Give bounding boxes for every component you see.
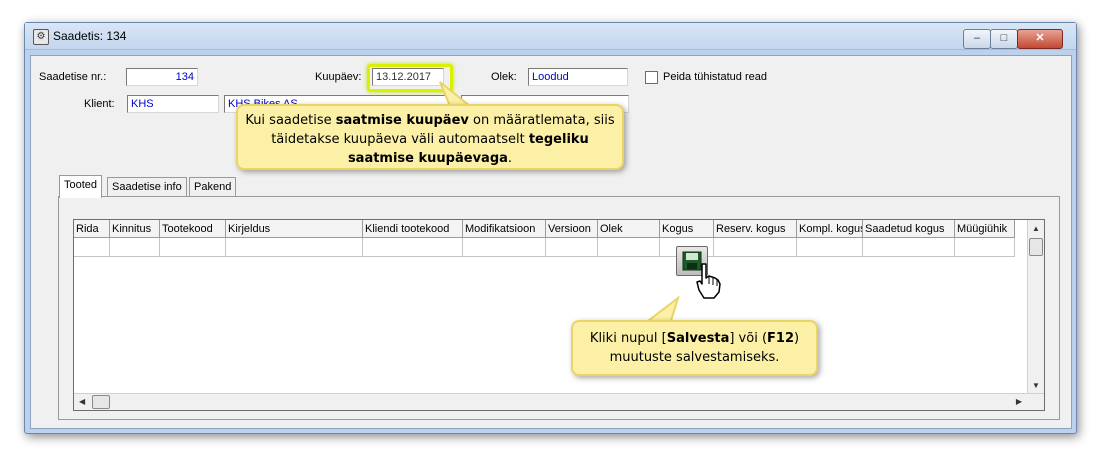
vertical-scrollbar[interactable]: ▲ ▼ xyxy=(1027,220,1044,410)
grid-cell[interactable] xyxy=(546,238,598,257)
scroll-down-arrow-icon[interactable]: ▼ xyxy=(1032,381,1040,390)
grid-cell[interactable] xyxy=(160,238,226,257)
col-rida[interactable]: Rida xyxy=(74,220,110,238)
col-reserv-kogus[interactable]: Reserv. kogus xyxy=(714,220,797,238)
callout-bottom-bold-1: Salvesta xyxy=(666,331,730,346)
scroll-right-arrow-icon[interactable]: ▶ xyxy=(1016,397,1022,406)
tab-panel-tooted: Rida Kinnitus Tootekood Kirjeldus Kliend… xyxy=(58,196,1060,420)
callout-bottom-bold-2: F12 xyxy=(767,331,794,346)
kuupaev-field[interactable]: 13.12.2017 xyxy=(372,68,444,86)
scroll-left-arrow-icon[interactable]: ◀ xyxy=(79,397,85,406)
callout-bottom-text-2: ] või ( xyxy=(729,331,768,346)
peida-tuhistatud-label: Peida tühistatud read xyxy=(663,71,767,83)
saadetis-window: ⚙ Saadetis: 134 – □ ✕ Saadetise nr.: 134… xyxy=(24,22,1077,434)
grid-cell[interactable] xyxy=(955,238,1015,257)
grid-cell[interactable] xyxy=(714,238,797,257)
callout-save-info: Kliki nupul [Salvesta] või (F12) muutust… xyxy=(571,320,818,376)
scroll-up-arrow-icon[interactable]: ▲ xyxy=(1032,224,1040,233)
tab-tooted[interactable]: Tooted xyxy=(59,175,103,198)
col-kogus[interactable]: Kogus xyxy=(660,220,714,238)
col-saadetud-kogus[interactable]: Saadetud kogus xyxy=(863,220,955,238)
col-kompl-kogus[interactable]: Kompl. kogus xyxy=(797,220,863,238)
maximize-button[interactable]: □ xyxy=(990,29,1018,49)
horizontal-scrollbar[interactable]: ◀ ▶ xyxy=(74,393,1044,410)
grid-cell[interactable] xyxy=(74,238,110,257)
horizontal-scroll-thumb[interactable] xyxy=(92,395,110,409)
window-title: Saadetis: 134 xyxy=(53,29,127,43)
products-grid[interactable]: Rida Kinnitus Tootekood Kirjeldus Kliend… xyxy=(73,219,1045,411)
grid-cell[interactable] xyxy=(863,238,955,257)
tab-pakend[interactable]: Pakend xyxy=(189,177,237,197)
grid-cell[interactable] xyxy=(363,238,463,257)
olek-field[interactable]: Loodud xyxy=(528,68,628,86)
col-kliendi-tootekood[interactable]: Kliendi tootekood xyxy=(363,220,463,238)
callout-top-bold-1: saatmise kuupäev xyxy=(335,113,469,128)
minimize-button[interactable]: – xyxy=(963,29,991,49)
callout-top-text-3: . xyxy=(507,151,513,166)
kuupaev-label: Kuupäev: xyxy=(315,71,362,83)
callout-date-info: Kui saadetise saatmise kuupäev on määrat… xyxy=(236,104,624,170)
col-muugiuhik[interactable]: Müügiühik xyxy=(955,220,1015,238)
klient-label: Klient: xyxy=(84,98,115,110)
olek-label: Olek: xyxy=(491,71,517,83)
col-kinnitus[interactable]: Kinnitus xyxy=(110,220,160,238)
callout-top-text-1: Kui saadetise xyxy=(245,113,336,128)
callout-bottom-text-1: Kliki nupul [ xyxy=(589,331,667,346)
title-bar[interactable]: ⚙ Saadetis: 134 – □ ✕ xyxy=(25,23,1076,50)
grid-cell[interactable] xyxy=(463,238,546,257)
col-versioon[interactable]: Versioon xyxy=(546,220,598,238)
tab-saadetise-info[interactable]: Saadetise info xyxy=(107,177,187,197)
grid-cell[interactable] xyxy=(598,238,660,257)
col-modifikatsioon[interactable]: Modifikatsioon xyxy=(463,220,546,238)
grid-cell[interactable] xyxy=(110,238,160,257)
grid-cell[interactable] xyxy=(226,238,363,257)
col-kirjeldus[interactable]: Kirjeldus xyxy=(226,220,363,238)
col-tootekood[interactable]: Tootekood xyxy=(160,220,226,238)
peida-tuhistatud-checkbox[interactable] xyxy=(645,71,658,84)
grid-cell[interactable] xyxy=(797,238,863,257)
vertical-scroll-thumb[interactable] xyxy=(1029,238,1043,256)
col-olek[interactable]: Olek xyxy=(598,220,660,238)
app-icon: ⚙ xyxy=(33,29,49,45)
saadetise-nr-field[interactable]: 134 xyxy=(126,68,198,86)
hand-pointer-icon xyxy=(696,263,721,299)
close-button[interactable]: ✕ xyxy=(1017,29,1063,49)
saadetise-nr-label: Saadetise nr.: xyxy=(39,71,107,83)
klient-code-field[interactable]: KHS xyxy=(127,95,219,113)
